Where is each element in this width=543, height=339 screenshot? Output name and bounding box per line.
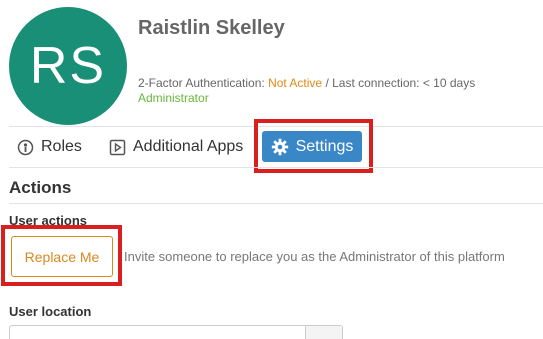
tab-settings-label: Settings [295, 137, 354, 155]
tab-additional-apps[interactable]: Additional Apps [109, 127, 243, 167]
twofa-label: 2-Factor Authentication: [138, 76, 269, 90]
tab-additional-apps-label: Additional Apps [133, 138, 244, 155]
divider [9, 203, 543, 204]
tab-roles-label: Roles [41, 138, 82, 155]
roles-icon [17, 139, 34, 156]
replace-description: Invite someone to replace you as the Adm… [124, 249, 505, 264]
apps-icon [109, 139, 126, 156]
avatar-initials: RS [29, 37, 107, 95]
user-actions-label: User actions [9, 213, 88, 228]
chevron-down-icon[interactable] [305, 326, 342, 339]
user-role: Administrator [138, 91, 209, 105]
twofa-status: Not Active [268, 76, 323, 90]
user-name: Raistlin Skelley [138, 17, 285, 39]
user-meta: 2-Factor Authentication: Not Active / La… [138, 76, 475, 90]
last-connection: / Last connection: < 10 days [322, 76, 476, 90]
avatar: RS [9, 7, 127, 125]
gear-icon [271, 138, 289, 156]
actions-title: Actions [9, 178, 72, 197]
divider [9, 167, 543, 168]
tab-roles[interactable]: Roles [17, 127, 82, 167]
user-location-label: User location [9, 304, 92, 319]
tab-settings[interactable]: Settings [262, 131, 362, 162]
replace-me-button[interactable]: Replace Me [11, 236, 113, 277]
user-location-select[interactable] [9, 325, 343, 339]
